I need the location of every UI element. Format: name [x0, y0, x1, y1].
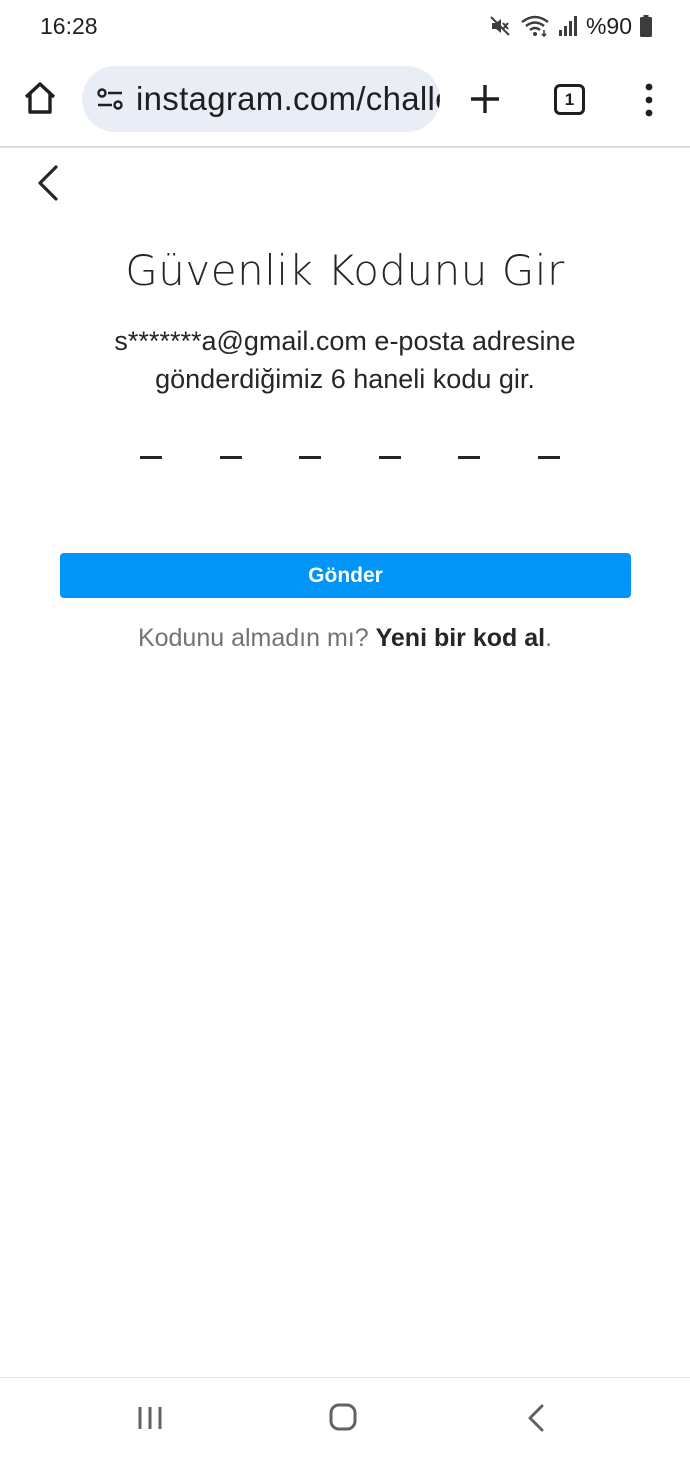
resend-prompt: Kodunu almadın mı?	[137, 624, 376, 652]
status-icons: %90	[488, 13, 652, 40]
home-icon[interactable]	[22, 80, 58, 116]
code-digit-slot[interactable]	[537, 456, 560, 459]
page-title: Güvenlik Kodunu Gir	[125, 246, 565, 295]
battery-percent: %90	[585, 12, 632, 39]
system-back-icon[interactable]	[524, 1402, 548, 1434]
resend-code-link[interactable]: Yeni bir kod al	[376, 624, 546, 652]
code-digit-slot[interactable]	[299, 456, 322, 459]
new-tab-icon[interactable]	[468, 82, 502, 116]
battery-icon	[640, 15, 652, 37]
menu-icon[interactable]	[641, 82, 657, 118]
status-time: 16:28	[40, 12, 98, 39]
recent-apps-icon[interactable]	[136, 1404, 164, 1432]
code-digit-slot[interactable]	[458, 456, 481, 459]
site-settings-icon[interactable]	[96, 85, 124, 113]
signal-icon	[558, 15, 578, 37]
toolbar-divider	[0, 146, 690, 148]
wifi-icon	[520, 14, 550, 38]
status-bar: 16:28 %90	[0, 0, 690, 52]
address-bar[interactable]: instagram.com/challenge	[82, 66, 440, 132]
submit-button[interactable]: Gönder	[60, 553, 631, 598]
resend-suffix: .	[545, 624, 553, 652]
mute-icon	[488, 14, 512, 38]
system-nav-bar	[0, 1378, 690, 1457]
home-button-icon[interactable]	[328, 1402, 358, 1432]
security-code-input[interactable]	[140, 456, 560, 464]
code-digit-slot[interactable]	[140, 456, 162, 459]
code-digit-slot[interactable]	[378, 456, 401, 459]
page-subtitle: s*******a@gmail.com e-posta adresine gön…	[114, 326, 576, 394]
url-text[interactable]: instagram.com/challenge	[136, 80, 440, 118]
browser-toolbar: instagram.com/challenge 1	[0, 60, 690, 140]
back-arrow-icon[interactable]	[30, 162, 70, 204]
resend-line: Kodunu almadın mı? Yeni bir kod al.	[0, 624, 690, 653]
tabs-icon[interactable]: 1	[554, 84, 585, 115]
code-digit-slot[interactable]	[219, 456, 242, 459]
